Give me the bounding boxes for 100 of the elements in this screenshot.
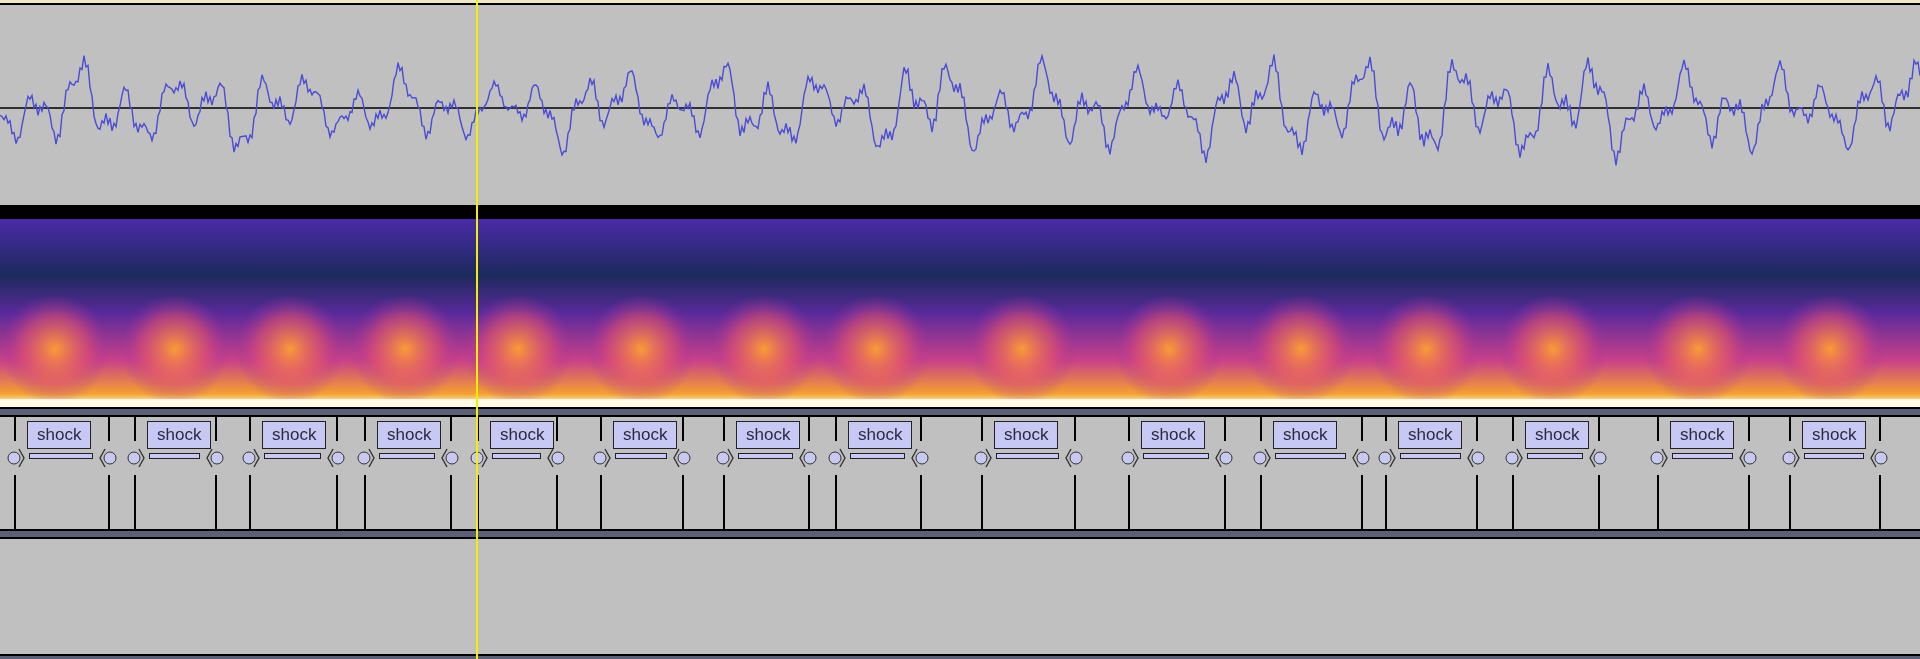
label-bar xyxy=(1527,453,1583,459)
label-text[interactable]: shock xyxy=(377,421,442,449)
label-text[interactable]: shock xyxy=(262,421,327,449)
boundary-line xyxy=(134,417,136,441)
label-text[interactable]: shock xyxy=(1141,421,1206,449)
handle-icon[interactable] xyxy=(593,446,613,470)
handle-icon[interactable] xyxy=(1737,446,1757,470)
label-bar xyxy=(1672,453,1733,459)
label-bar xyxy=(29,453,93,459)
boundary-line xyxy=(723,417,725,441)
boundary-line xyxy=(920,417,922,441)
boundary-line xyxy=(1789,417,1791,441)
label-text[interactable]: shock xyxy=(147,421,212,449)
label-bar xyxy=(615,453,667,459)
boundary-line xyxy=(1385,475,1387,529)
boundary-line xyxy=(1789,475,1791,529)
boundary-line xyxy=(1361,475,1363,529)
handle-icon[interactable] xyxy=(325,446,345,470)
handle-icon[interactable] xyxy=(716,446,736,470)
label-bar xyxy=(1804,453,1864,459)
label-bar xyxy=(850,453,905,459)
boundary-line xyxy=(556,417,558,441)
handle-icon[interactable] xyxy=(242,446,262,470)
boundary-line xyxy=(1657,417,1659,441)
label-text[interactable]: shock xyxy=(490,421,555,449)
label-text[interactable]: shock xyxy=(613,421,678,449)
handle-icon[interactable] xyxy=(127,446,147,470)
label-bar xyxy=(738,453,793,459)
handle-icon[interactable] xyxy=(1213,446,1233,470)
boundary-line xyxy=(1598,475,1600,529)
label-text[interactable]: shock xyxy=(1670,421,1735,449)
handle-icon[interactable] xyxy=(545,446,565,470)
boundary-line xyxy=(1385,417,1387,441)
label-bar xyxy=(379,453,435,459)
handle-icon[interactable] xyxy=(7,446,27,470)
handle-icon[interactable] xyxy=(909,446,929,470)
handle-icon[interactable] xyxy=(1650,446,1670,470)
label-text[interactable]: shock xyxy=(994,421,1059,449)
boundary-line xyxy=(1224,475,1226,529)
boundary-line xyxy=(981,475,983,529)
boundary-line xyxy=(1879,475,1881,529)
boundary-line xyxy=(249,475,251,529)
boundary-line xyxy=(215,417,217,441)
label-text[interactable]: shock xyxy=(848,421,913,449)
boundary-line xyxy=(1598,417,1600,441)
boundary-line xyxy=(1748,417,1750,441)
handle-icon[interactable] xyxy=(439,446,459,470)
boundary-line xyxy=(835,475,837,529)
boundary-line xyxy=(14,417,16,441)
label-text[interactable]: shock xyxy=(27,421,92,449)
boundary-line xyxy=(808,475,810,529)
boundary-line xyxy=(108,417,110,441)
label-text[interactable]: shock xyxy=(736,421,801,449)
handle-icon[interactable] xyxy=(1121,446,1141,470)
handle-icon[interactable] xyxy=(1868,446,1888,470)
handle-icon[interactable] xyxy=(974,446,994,470)
handle-icon[interactable] xyxy=(1253,446,1273,470)
boundary-line xyxy=(1476,417,1478,441)
boundary-line xyxy=(1074,417,1076,441)
boundary-line xyxy=(1128,417,1130,441)
handle-icon[interactable] xyxy=(97,446,117,470)
label-bar xyxy=(149,453,200,459)
boundary-line xyxy=(364,475,366,529)
label-bar xyxy=(264,453,321,459)
boundary-line xyxy=(1074,475,1076,529)
label-text[interactable]: shock xyxy=(1398,421,1463,449)
boundary-line xyxy=(450,417,452,441)
boundary-line xyxy=(920,475,922,529)
boundary-line xyxy=(108,475,110,529)
label-text[interactable]: shock xyxy=(1802,421,1867,449)
handle-icon[interactable] xyxy=(1465,446,1485,470)
boundary-line xyxy=(556,475,558,529)
handle-icon[interactable] xyxy=(357,446,377,470)
handle-icon[interactable] xyxy=(1782,446,1802,470)
label-bar xyxy=(1400,453,1461,459)
handle-icon[interactable] xyxy=(671,446,691,470)
boundary-line xyxy=(1260,475,1262,529)
handle-icon[interactable] xyxy=(828,446,848,470)
handle-icon[interactable] xyxy=(204,446,224,470)
boundary-line xyxy=(600,417,602,441)
handle-icon[interactable] xyxy=(1587,446,1607,470)
boundary-line xyxy=(336,475,338,529)
boundary-line xyxy=(1512,475,1514,529)
boundary-line xyxy=(1128,475,1130,529)
label-text[interactable]: shock xyxy=(1273,421,1338,449)
boundary-line xyxy=(835,417,837,441)
boundary-line xyxy=(723,475,725,529)
boundary-line xyxy=(1748,475,1750,529)
boundary-line xyxy=(600,475,602,529)
boundary-line xyxy=(1260,417,1262,441)
label-bar xyxy=(1143,453,1209,459)
boundary-line xyxy=(981,417,983,441)
boundary-line xyxy=(249,417,251,441)
handle-icon[interactable] xyxy=(1378,446,1398,470)
handle-icon[interactable] xyxy=(1505,446,1525,470)
handle-icon[interactable] xyxy=(1063,446,1083,470)
label-text[interactable]: shock xyxy=(1525,421,1590,449)
handle-icon[interactable] xyxy=(797,446,817,470)
label-bar xyxy=(996,453,1059,459)
handle-icon[interactable] xyxy=(1350,446,1370,470)
